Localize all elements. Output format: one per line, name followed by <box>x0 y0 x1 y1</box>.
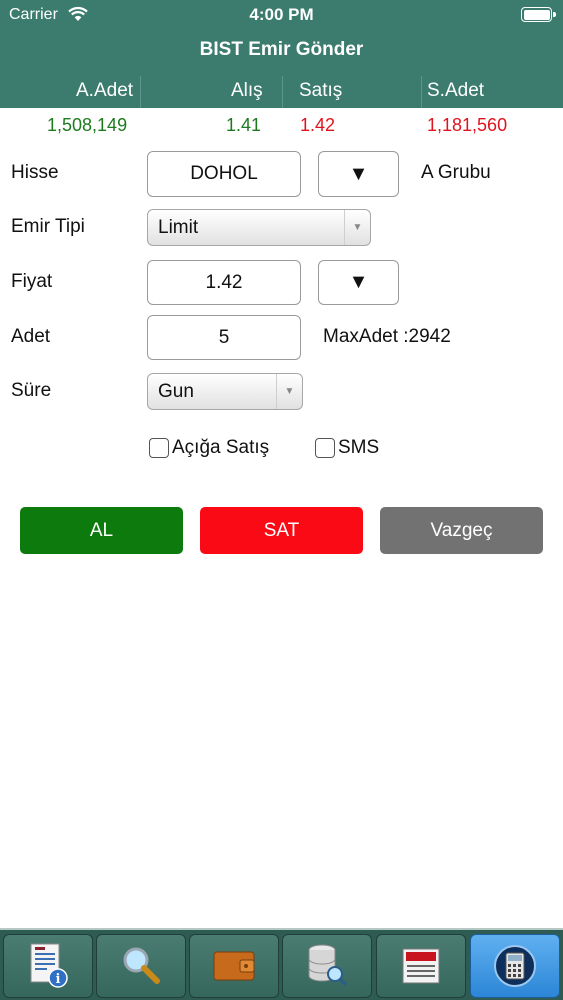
tab-calculator[interactable] <box>470 934 560 998</box>
news-icon <box>402 948 440 984</box>
adet-label: Adet <box>11 326 51 347</box>
column-header-bid-qty: A.Adet <box>76 80 134 101</box>
column-divider <box>140 76 141 108</box>
sms-checkbox[interactable]: SMS <box>315 437 379 459</box>
status-bar: Carrier 4:00 PM <box>0 0 563 30</box>
tab-database-search[interactable] <box>282 934 372 998</box>
group-label: A Grubu <box>421 162 491 183</box>
emir-tipi-select[interactable]: Limit ▼ <box>147 209 371 246</box>
chevron-down-icon: ▼ <box>344 210 370 245</box>
page-title: BIST Emir Gönder <box>199 39 364 60</box>
battery-icon <box>521 7 552 22</box>
calculator-icon <box>494 945 536 987</box>
emir-tipi-label: Emir Tipi <box>11 216 85 237</box>
emir-tipi-value: Limit <box>158 216 199 238</box>
hisse-dropdown-button[interactable]: ▼ <box>318 151 399 197</box>
sure-value: Gun <box>158 380 194 402</box>
report-info-icon: i <box>30 943 68 988</box>
sure-select[interactable]: Gun ▼ <box>147 373 303 410</box>
search-icon <box>123 947 160 984</box>
column-header-ask: Satış <box>299 80 343 101</box>
adet-input[interactable]: 5 <box>147 315 301 360</box>
tab-search[interactable] <box>96 934 186 998</box>
svg-text:i: i <box>56 972 61 987</box>
hisse-label: Hisse <box>11 162 59 183</box>
tab-news[interactable] <box>376 934 466 998</box>
column-divider <box>421 76 422 108</box>
sure-label: Süre <box>11 380 52 401</box>
clock: 4:00 PM <box>249 5 314 24</box>
bid-quantity: 1,508,149 <box>47 115 128 135</box>
battery-tip <box>553 12 556 17</box>
fiyat-dropdown-button[interactable]: ▼ <box>318 260 399 305</box>
aciga-satis-label: Açığa Satış <box>172 437 270 458</box>
column-header-ask-qty: S.Adet <box>427 80 485 101</box>
cancel-button[interactable]: Vazgeç <box>380 507 543 554</box>
header: Carrier 4:00 PM BIST Emir Gönder A.Adet … <box>0 0 563 108</box>
sell-button[interactable]: SAT <box>200 507 363 554</box>
tab-bar: i <box>0 928 563 1000</box>
fiyat-label: Fiyat <box>11 271 53 292</box>
buy-button[interactable]: AL <box>20 507 183 554</box>
chevron-down-icon: ▼ <box>276 374 302 409</box>
bid-price: 1.41 <box>226 115 262 135</box>
max-adet-label: MaxAdet :2942 <box>323 326 451 347</box>
hisse-input[interactable]: DOHOL <box>147 151 301 197</box>
fiyat-input[interactable]: 1.42 <box>147 260 301 305</box>
checkbox-box[interactable] <box>315 438 335 458</box>
database-search-icon <box>308 944 348 987</box>
column-header-bid: Alış <box>231 80 263 101</box>
column-divider <box>282 76 283 108</box>
checkbox-box[interactable] <box>149 438 169 458</box>
wallet-icon <box>213 951 255 981</box>
ask-price: 1.42 <box>300 115 336 135</box>
ask-quantity: 1,181,560 <box>427 115 508 135</box>
sms-label: SMS <box>338 437 380 458</box>
tab-wallet[interactable] <box>189 934 279 998</box>
aciga-satis-checkbox[interactable]: Açığa Satış <box>149 437 269 459</box>
tab-report[interactable]: i <box>3 934 93 998</box>
